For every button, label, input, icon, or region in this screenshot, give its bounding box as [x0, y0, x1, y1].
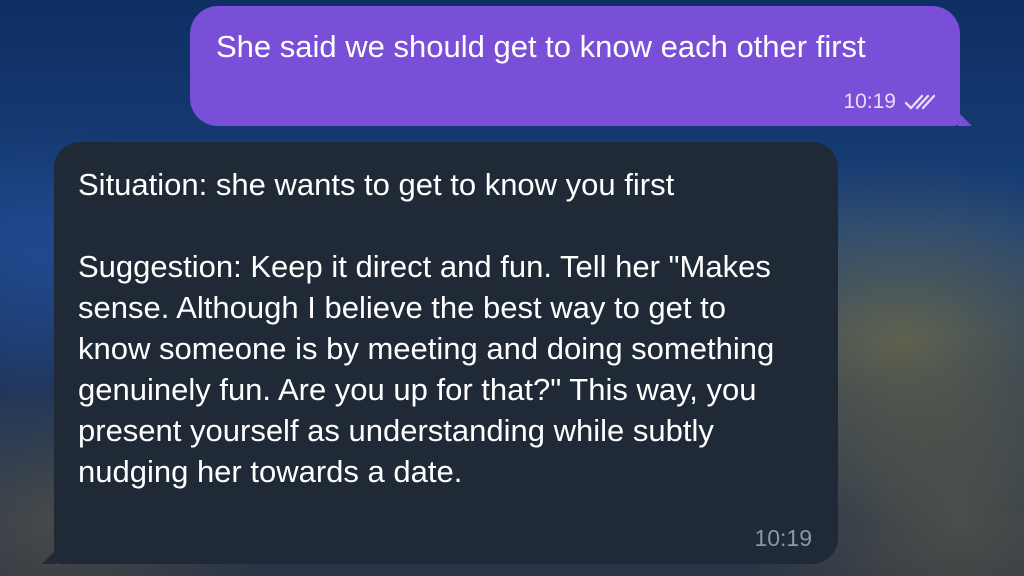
chat-area: She said we should get to know each othe… [0, 0, 1024, 576]
incoming-suggestion-text: Suggestion: Keep it direct and fun. Tell… [78, 249, 775, 489]
incoming-bubble-tail [42, 550, 56, 564]
incoming-message-time: 10:19 [754, 525, 812, 551]
outgoing-message-time: 10:19 [843, 90, 896, 113]
outgoing-bubble-tail [958, 112, 972, 126]
incoming-situation-text: Situation: she wants to get to know you … [78, 167, 675, 202]
incoming-message-bubble[interactable]: Situation: she wants to get to know you … [42, 142, 838, 564]
outgoing-message-bubble[interactable]: She said we should get to know each othe… [190, 6, 972, 126]
outgoing-message-text: She said we should get to know each othe… [216, 29, 866, 64]
double-check-icon [904, 93, 938, 111]
outgoing-message-meta: 10:19 [843, 90, 938, 114]
